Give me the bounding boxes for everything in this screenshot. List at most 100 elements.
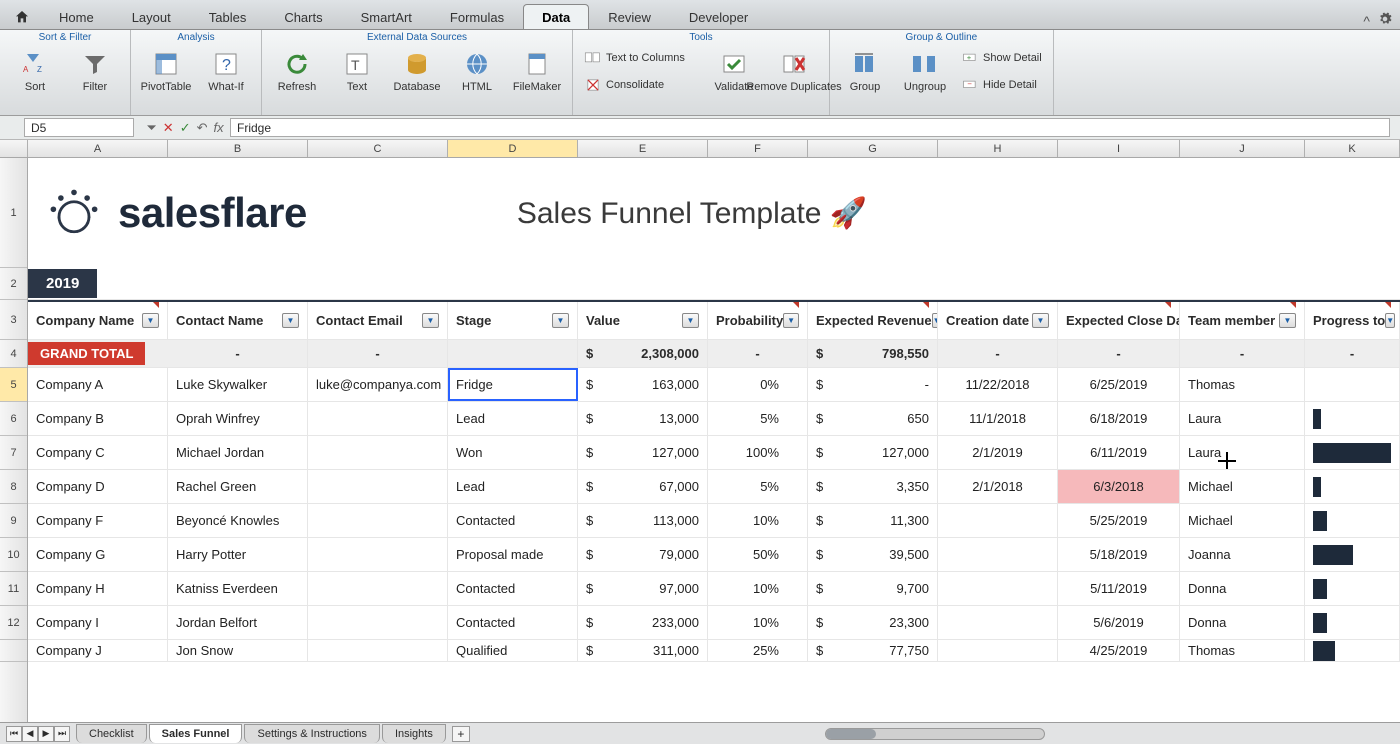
sheet-content[interactable]: salesflare Sales Funnel Template 🚀 2019 …	[28, 158, 1400, 722]
table-row[interactable]: Company GHarry PotterProposal made$79,00…	[28, 538, 1400, 572]
ribbon-tab-developer[interactable]: Developer	[670, 4, 767, 29]
table-header-creation-date[interactable]: Creation date▼	[938, 302, 1058, 339]
column-header-H[interactable]: H	[938, 140, 1058, 157]
select-all-corner[interactable]	[0, 140, 28, 157]
stage-cell[interactable]: Qualified	[448, 640, 578, 661]
stage-cell[interactable]: Fridge▲▼	[448, 368, 578, 401]
ribbon-tab-formulas[interactable]: Formulas	[431, 4, 523, 29]
ribbon-consolidate-button[interactable]: Consolidate	[581, 73, 701, 97]
row-header-2[interactable]: 2	[0, 268, 27, 300]
sheet-tab-settings-&-instructions[interactable]: Settings & Instructions	[244, 724, 379, 743]
app-home-button[interactable]	[8, 5, 36, 29]
ribbon-ungroup-button[interactable]: Ungroup	[898, 46, 952, 96]
table-header-probability[interactable]: Probability▼	[708, 302, 808, 339]
column-header-G[interactable]: G	[808, 140, 938, 157]
ribbon-show-button[interactable]: +Show Detail	[958, 46, 1045, 70]
stage-cell[interactable]: Lead	[448, 470, 578, 503]
column-header-C[interactable]: C	[308, 140, 448, 157]
sheet-tab-checklist[interactable]: Checklist	[76, 724, 147, 743]
stage-cell[interactable]: Contacted	[448, 504, 578, 537]
column-header-F[interactable]: F	[708, 140, 808, 157]
row-header-5[interactable]: 5	[0, 368, 27, 402]
sheet-tab-sales-funnel[interactable]: Sales Funnel	[149, 724, 243, 743]
undo-icon[interactable]: ↶	[197, 120, 208, 136]
table-header-contact-email[interactable]: Contact Email▼	[308, 302, 448, 339]
table-header-expected-revenue[interactable]: Expected Revenue▼	[808, 302, 938, 339]
settings-gear-icon[interactable]	[1378, 12, 1392, 29]
ribbon-ttc-button[interactable]: Text to Columns	[581, 46, 701, 70]
cancel-icon[interactable]: ✕	[163, 120, 174, 136]
table-row[interactable]: Company CMichael JordanWon$127,000100%$1…	[28, 436, 1400, 470]
ribbon-sort-button[interactable]: AZSort	[8, 46, 62, 96]
name-box[interactable]: D5	[24, 118, 134, 137]
ribbon-tab-data[interactable]: Data	[523, 4, 589, 29]
ribbon-html-button[interactable]: HTML	[450, 46, 504, 96]
ribbon-removedup-button[interactable]: Remove Duplicates	[767, 46, 821, 96]
sheet-nav-last-icon[interactable]: ⏭	[54, 726, 70, 742]
ribbon-whatif-button[interactable]: ?What-If	[199, 46, 253, 96]
ribbon-text-button[interactable]: TText	[330, 46, 384, 96]
ribbon-hide-button[interactable]: −Hide Detail	[958, 73, 1045, 97]
stage-cell[interactable]: Won	[448, 436, 578, 469]
filter-dropdown-icon[interactable]: ▼	[1385, 313, 1395, 328]
sheet-nav-prev-icon[interactable]: ◀	[22, 726, 38, 742]
fx-icon[interactable]: fx	[214, 120, 224, 135]
row-header-3[interactable]: 3	[0, 300, 27, 340]
table-row[interactable]: Company FBeyoncé KnowlesContacted$113,00…	[28, 504, 1400, 538]
filter-dropdown-icon[interactable]: ▼	[142, 313, 159, 328]
column-header-A[interactable]: A	[28, 140, 168, 157]
table-row[interactable]: Company IJordan BelfortContacted$233,000…	[28, 606, 1400, 640]
stage-cell[interactable]: Lead	[448, 402, 578, 435]
filter-dropdown-icon[interactable]: ▼	[552, 313, 569, 328]
table-row[interactable]: Company BOprah WinfreyLead$13,0005%$6501…	[28, 402, 1400, 436]
column-header-K[interactable]: K	[1305, 140, 1400, 157]
ribbon-pivot-button[interactable]: PivotTable	[139, 46, 193, 96]
namebox-dropdown-icon[interactable]: ⏷	[146, 120, 156, 136]
row-header-9[interactable]: 9	[0, 504, 27, 538]
ribbon-tab-layout[interactable]: Layout	[113, 4, 190, 29]
table-row[interactable]: Company JJon SnowQualified$311,00025%$77…	[28, 640, 1400, 662]
stage-cell[interactable]: Contacted	[448, 606, 578, 639]
horizontal-scrollbar[interactable]	[825, 728, 1045, 740]
filter-dropdown-icon[interactable]: ▼	[422, 313, 439, 328]
table-row[interactable]: Company ALuke Skywalkerluke@companya.com…	[28, 368, 1400, 402]
row-header-10[interactable]: 10	[0, 538, 27, 572]
sheet-nav-next-icon[interactable]: ▶	[38, 726, 54, 742]
row-header-12[interactable]: 12	[0, 606, 27, 640]
row-header-8[interactable]: 8	[0, 470, 27, 504]
column-header-J[interactable]: J	[1180, 140, 1305, 157]
table-header-contact-name[interactable]: Contact Name▼	[168, 302, 308, 339]
table-header-progress-to[interactable]: Progress to▼	[1305, 302, 1400, 339]
ribbon-tab-home[interactable]: Home	[40, 4, 113, 29]
ribbon-tab-review[interactable]: Review	[589, 4, 670, 29]
filter-dropdown-icon[interactable]: ▼	[1279, 313, 1296, 328]
ribbon-refresh-button[interactable]: Refresh	[270, 46, 324, 96]
filter-dropdown-icon[interactable]: ▼	[682, 313, 699, 328]
row-header-11[interactable]: 11	[0, 572, 27, 606]
row-header-7[interactable]: 7	[0, 436, 27, 470]
table-header-expected-close-date[interactable]: Expected Close Date▼	[1058, 302, 1180, 339]
ribbon-filemaker-button[interactable]: FileMaker	[510, 46, 564, 96]
filter-dropdown-icon[interactable]: ▼	[783, 313, 799, 328]
formula-input[interactable]: Fridge	[230, 118, 1390, 137]
filter-dropdown-icon[interactable]: ▼	[282, 313, 299, 328]
column-header-D[interactable]: D	[448, 140, 578, 157]
stage-cell[interactable]: Contacted	[448, 572, 578, 605]
ribbon-tab-tables[interactable]: Tables	[190, 4, 266, 29]
ribbon-tab-charts[interactable]: Charts	[265, 4, 341, 29]
row-header-4[interactable]: 4	[0, 340, 27, 368]
add-sheet-button[interactable]: +	[452, 726, 470, 742]
ribbon-group-button[interactable]: Group	[838, 46, 892, 96]
minimize-ribbon-icon[interactable]: ^	[1363, 13, 1370, 29]
filter-dropdown-icon[interactable]: ▼	[1032, 313, 1049, 328]
sheet-nav-first-icon[interactable]: ⏮	[6, 726, 22, 742]
column-header-I[interactable]: I	[1058, 140, 1180, 157]
row-header-1[interactable]: 1	[0, 158, 27, 268]
table-header-team-member[interactable]: Team member▼	[1180, 302, 1305, 339]
column-header-E[interactable]: E	[578, 140, 708, 157]
ribbon-tab-smartart[interactable]: SmartArt	[342, 4, 431, 29]
ribbon-database-button[interactable]: Database	[390, 46, 444, 96]
sheet-tab-insights[interactable]: Insights	[382, 724, 446, 743]
column-header-B[interactable]: B	[168, 140, 308, 157]
row-header-13[interactable]	[0, 640, 27, 662]
